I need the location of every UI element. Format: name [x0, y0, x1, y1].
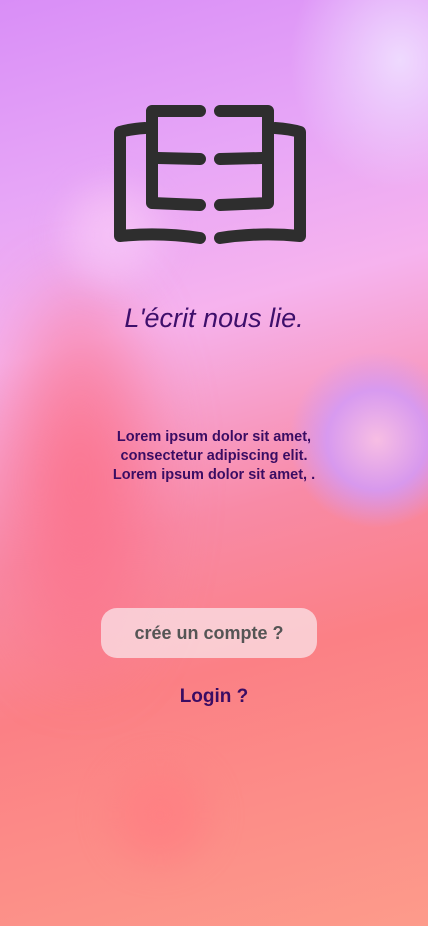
open-book-icon — [114, 105, 306, 244]
description-line: Lorem ipsum dolor sit amet, — [116, 429, 312, 445]
login-link[interactable]: Login ? — [0, 686, 428, 708]
background-blob — [105, 760, 215, 870]
create-account-button[interactable]: crée un compte ? — [101, 608, 317, 658]
description-line: Lorem ipsum dolor sit amet, . — [112, 467, 316, 483]
tagline: L'écrit nous lie. — [124, 303, 304, 333]
description-line: consectetur adipiscing elit. — [120, 448, 308, 464]
description: Lorem ipsum dolor sit amet, consectetur … — [0, 428, 428, 485]
